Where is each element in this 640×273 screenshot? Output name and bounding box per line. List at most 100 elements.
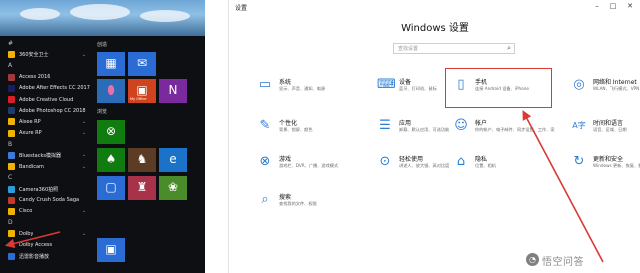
- app-icon: [8, 96, 15, 104]
- app-list: #360安全卫士 ⌄ A Access 2016 Adobe After Effects…: [2, 38, 90, 270]
- app-list-letter-header[interactable]: #: [2, 38, 90, 49]
- app-list-item[interactable]: Dolby Access: [2, 239, 90, 250]
- app-name: Aisee RP: [19, 118, 41, 125]
- app-list-letter-header[interactable]: D: [2, 217, 90, 228]
- balloon-icon: ⬮: [107, 82, 115, 97]
- app-list-item[interactable]: Cisco ⌄: [2, 206, 90, 217]
- devices-icon: ⌨: [377, 77, 396, 92]
- close-button[interactable]: ✕: [622, 1, 638, 11]
- game-tile[interactable]: ♞: [128, 148, 156, 172]
- category-description: 位置、相机: [475, 163, 496, 168]
- category-title: 应用: [399, 120, 412, 127]
- calendar-tile[interactable]: ▦: [97, 52, 125, 76]
- app-name: 迅雷影音播放: [19, 253, 50, 260]
- edge-icon: e: [169, 151, 177, 166]
- my-office-tile[interactable]: ▣ My Office: [128, 79, 156, 103]
- watermark: ◔ 悟空问答: [526, 252, 636, 268]
- app-tile-4[interactable]: ▢: [97, 176, 125, 200]
- letter-label: C: [8, 174, 13, 182]
- app-name: Cisco: [19, 208, 33, 215]
- app-list-item[interactable]: 360安全卫士 ⌄: [2, 49, 90, 60]
- app-icon: [8, 185, 15, 193]
- app-name: Adobe After Effects CC 2017: [19, 85, 90, 92]
- settings-category-update[interactable]: ↻ 更新和安全Windows 更新、恢复、备份: [571, 153, 640, 179]
- search-placeholder: 查找设置: [398, 46, 419, 52]
- settings-search-input[interactable]: 查找设置 ⌕: [393, 43, 515, 54]
- app-name: Axure RP: [19, 130, 42, 137]
- maximize-button[interactable]: □: [605, 1, 621, 11]
- xbox-tile[interactable]: ⊗: [97, 120, 125, 144]
- tile-group-label-create: 创造: [97, 42, 108, 48]
- app-list-item[interactable]: Axure RP ⌄: [2, 128, 90, 139]
- app-list-item[interactable]: Bandicam ⌄: [2, 161, 90, 172]
- app-icon: [8, 107, 15, 115]
- settings-category-accounts[interactable]: ☺ 帐户 你的帐户、电子邮件、同步设置、工作、家庭: [453, 117, 555, 143]
- app-list-item[interactable]: Adobe After Effects CC 2017: [2, 83, 90, 94]
- app-list-letter-header[interactable]: C: [2, 172, 90, 183]
- photos-tile[interactable]: ⬮: [97, 79, 125, 103]
- tile-area: 创造 ▦ ✉ ⬮ ▣ My Office N 浏览 ⊗ ♠ ♞ e ▢ ♜ ❀ …: [95, 38, 205, 270]
- minimize-button[interactable]: –: [589, 1, 605, 11]
- gaming-icon: ⊗: [259, 154, 271, 169]
- chevron-down-icon: ⌄: [81, 130, 86, 137]
- update-icon: ↻: [573, 154, 585, 169]
- category-title: 轻松使用: [399, 156, 424, 163]
- app-list-item[interactable]: Aisee RP ⌄: [2, 116, 90, 127]
- app-list-item[interactable]: Candy Crush Soda Saga: [2, 195, 90, 206]
- app-name: Access 2016: [19, 74, 51, 81]
- chevron-down-icon: ⌄: [81, 51, 86, 58]
- leaf-icon: ❀: [167, 179, 179, 194]
- game-icon: ♞: [136, 151, 148, 166]
- edge-tile[interactable]: e: [159, 148, 187, 172]
- settings-category-network[interactable]: ◎ 网络和 Internet WLAN、飞行模式、VPN: [571, 76, 640, 102]
- start-menu: #360安全卫士 ⌄ A Access 2016 Adobe After Effects…: [0, 36, 205, 273]
- app-list-item[interactable]: Access 2016: [2, 72, 90, 83]
- app-list-item[interactable]: Adobe Photoshop CC 2018: [2, 105, 90, 116]
- apps-icon: ☰: [379, 118, 391, 133]
- category-description: WLAN、飞行模式、VPN: [593, 86, 640, 91]
- search-icon: ⌕: [507, 44, 511, 52]
- app-list-letter-header[interactable]: A: [2, 60, 90, 71]
- office-icon: ▣: [136, 82, 148, 97]
- app-icon: [8, 252, 15, 260]
- ease-icon: ⊙: [379, 154, 391, 169]
- mail-icon: ✉: [136, 55, 148, 70]
- app-list-letter-header[interactable]: B: [2, 139, 90, 150]
- app-list-item[interactable]: Camera360拍照: [2, 183, 90, 194]
- app-name: Adobe Photoshop CC 2018: [19, 107, 86, 114]
- app-list-item[interactable]: Bluestacks模拟器 ⌄: [2, 150, 90, 161]
- chevron-down-icon: ⌄: [81, 230, 86, 237]
- onenote-tile[interactable]: N: [159, 79, 187, 103]
- settings-category-gaming[interactable]: ⊗ 游戏 游戏栏、DVR、广播、游戏模式: [257, 153, 357, 179]
- watermark-text: 悟空问答: [542, 257, 584, 268]
- app-icon: [8, 118, 15, 126]
- app-name: Adobe Creative Cloud: [19, 96, 74, 103]
- letter-label: #: [8, 40, 14, 48]
- category-title: 时间和语言: [593, 120, 624, 127]
- app-icon: [8, 73, 15, 81]
- settings-category-system[interactable]: ▭ 系统 显示、声音、通知、电源: [257, 76, 357, 102]
- category-title: 游戏: [279, 156, 292, 163]
- disney-tile[interactable]: ♜: [128, 176, 156, 200]
- settings-category-search[interactable]: ⌕ 搜索 查找我的文件、权限: [257, 191, 357, 217]
- chevron-down-icon: ⌄: [81, 163, 86, 170]
- app-tile-6[interactable]: ❀: [159, 176, 187, 200]
- app-list-item[interactable]: Adobe Creative Cloud: [2, 94, 90, 105]
- square-icon: ▢: [105, 179, 117, 194]
- app-icon: [8, 230, 15, 238]
- store-tile[interactable]: ♠: [97, 148, 125, 172]
- app-icon: [8, 163, 15, 171]
- chevron-down-icon: ⌄: [81, 152, 86, 159]
- personalization-icon: ✎: [259, 118, 271, 133]
- category-description: 查找我的文件、权限: [279, 201, 317, 206]
- app-icon: [8, 151, 15, 159]
- settings-category-privacy[interactable]: ⌂ 隐私 位置、相机: [453, 153, 553, 179]
- category-title: 帐户: [475, 120, 488, 127]
- settings-category-time[interactable]: A字 时间和语言 语音、区域、日期: [571, 117, 640, 143]
- app-tile-7[interactable]: ▣: [97, 238, 125, 262]
- mail-tile[interactable]: ✉: [128, 52, 156, 76]
- category-description: 显示、声音、通知、电源: [279, 86, 326, 91]
- app-list-item[interactable]: Dolby ⌄: [2, 228, 90, 239]
- settings-category-personalization[interactable]: ✎ 个性化 背景、锁屏、颜色: [257, 117, 357, 143]
- app-list-item[interactable]: 迅雷影音播放: [2, 251, 90, 262]
